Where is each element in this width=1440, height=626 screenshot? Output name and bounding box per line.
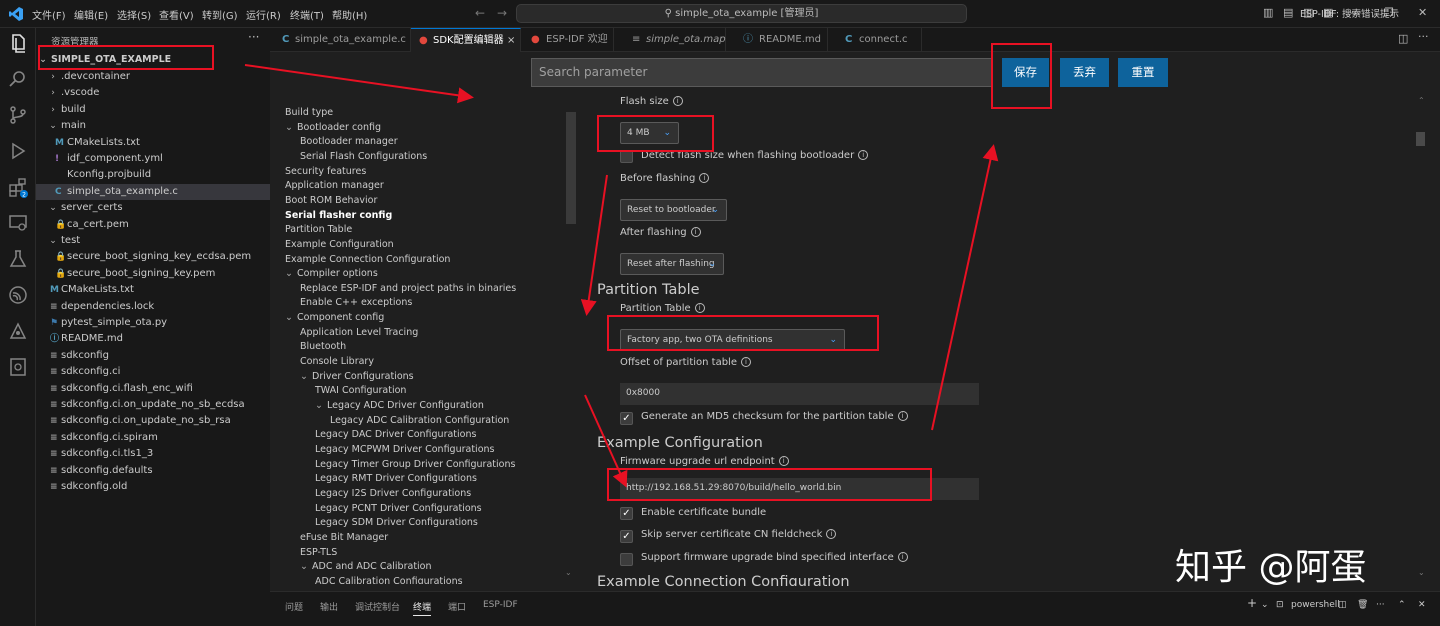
arrow-to-partition <box>587 175 607 312</box>
chevron-down-icon[interactable]: ⌄ <box>1261 600 1269 610</box>
new-terminal-icon[interactable]: + <box>1247 596 1257 610</box>
trash-icon[interactable]: 🗑 <box>1357 600 1368 610</box>
panel-tab-ports[interactable]: 端口 <box>448 600 466 613</box>
arrow-to-editor <box>245 65 470 97</box>
arrow-to-url <box>585 395 625 484</box>
terminal-name[interactable]: powershell <box>1291 600 1340 610</box>
watermark: 知乎 @阿蛋 <box>1175 538 1366 590</box>
panel-tab-output[interactable]: 输出 <box>320 600 338 613</box>
terminal-icon: ⊡ <box>1276 600 1284 610</box>
split-terminal-icon[interactable]: ◫ <box>1338 600 1347 610</box>
panel-tab-esp-idf[interactable]: ESP-IDF <box>483 600 518 610</box>
panel-tab-problems[interactable]: 问题 <box>285 600 303 613</box>
panel-tab-debug-console[interactable]: 调试控制台 <box>355 600 400 613</box>
more-actions-icon[interactable]: ··· <box>1376 600 1385 610</box>
arrow-to-save <box>932 148 993 430</box>
annotation-arrows <box>0 0 1440 626</box>
panel-tab-terminal[interactable]: 终端 <box>413 600 431 616</box>
maximize-panel-icon[interactable]: ⌃ <box>1398 600 1406 610</box>
close-panel-icon[interactable]: ✕ <box>1418 600 1426 610</box>
bottom-panel: 问题 输出 调试控制台 终端 端口 ESP-IDF + ⌄ ⊡ powershe… <box>270 591 1440 626</box>
